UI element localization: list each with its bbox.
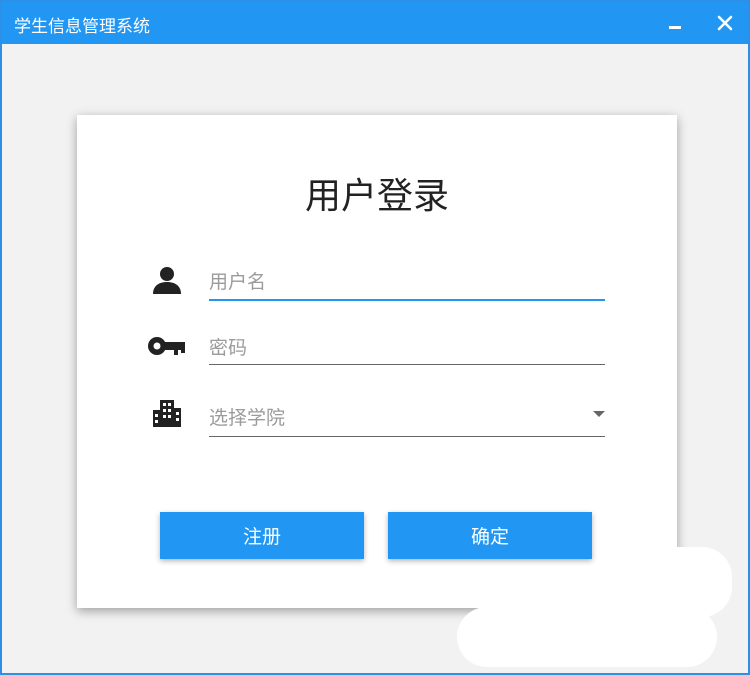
college-select-value: 选择学院 xyxy=(209,407,286,429)
building-icon xyxy=(147,393,187,433)
login-heading: 用户登录 xyxy=(304,176,449,217)
confirm-button[interactable]: 确定 xyxy=(388,512,592,559)
register-button[interactable]: 注册 xyxy=(160,512,364,559)
password-input[interactable] xyxy=(209,331,605,365)
login-card: 用户登录 用户名 选择学院 注册 确定 xyxy=(77,115,677,608)
user-icon xyxy=(147,260,187,300)
dropdown-caret-icon xyxy=(593,411,605,417)
minimize-icon xyxy=(669,26,681,29)
white-smudge xyxy=(457,607,717,667)
close-button[interactable] xyxy=(710,8,740,38)
college-select[interactable]: 选择学院 xyxy=(209,397,605,437)
title-bar[interactable]: 学生信息管理系统 xyxy=(2,2,748,44)
app-window: 学生信息管理系统 用户登录 用户名 选择学院 注册 确定 xyxy=(0,0,750,675)
close-icon xyxy=(717,15,733,31)
minimize-button[interactable] xyxy=(660,8,690,38)
window-title: 学生信息管理系统 xyxy=(14,17,150,37)
username-input[interactable] xyxy=(209,265,605,301)
key-icon xyxy=(147,326,187,366)
